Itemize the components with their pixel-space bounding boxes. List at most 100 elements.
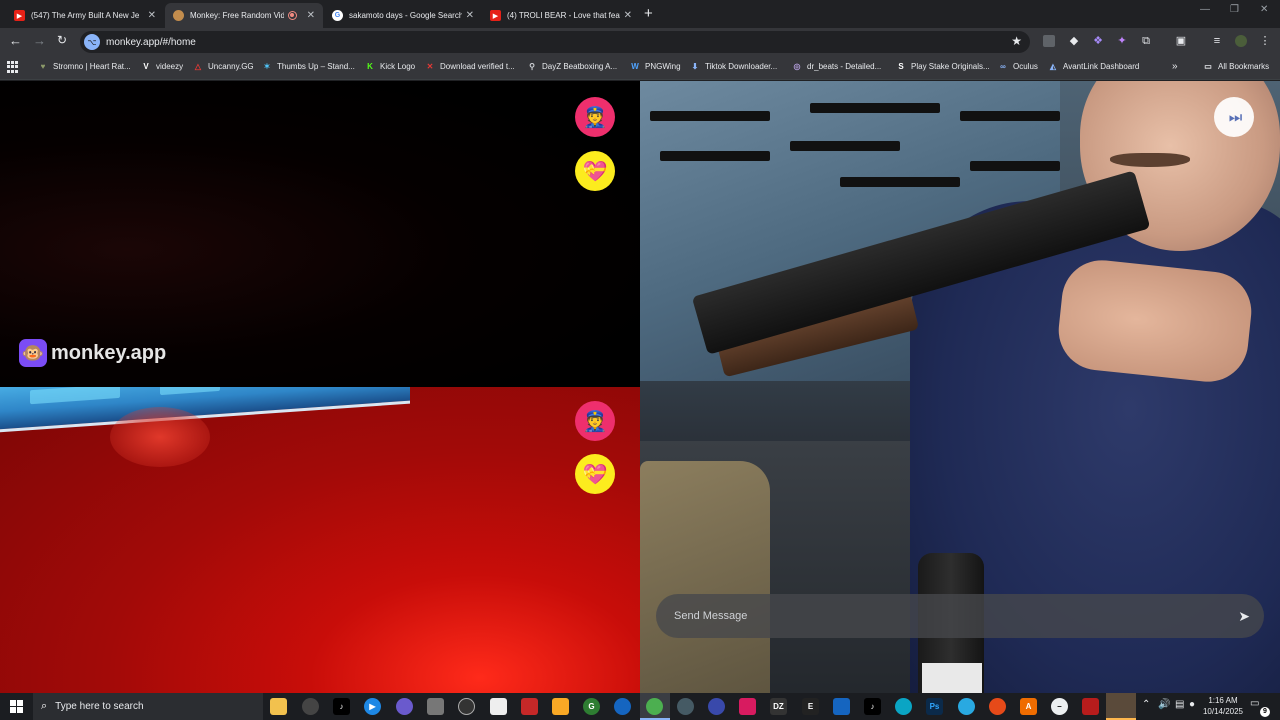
bookmark-thumbs-up[interactable]: ✶ Thumbs Up – Stand... bbox=[262, 61, 355, 71]
bookmark-star-icon[interactable]: ★ bbox=[1011, 34, 1022, 48]
dayz-launcher-icon[interactable]: DZ bbox=[770, 698, 787, 715]
network-icon[interactable]: ▤ bbox=[1175, 699, 1184, 710]
send-icon[interactable]: ➤ bbox=[1238, 608, 1250, 625]
bookmark-stake[interactable]: S Play Stake Originals... bbox=[896, 61, 989, 71]
forward-icon[interactable]: → bbox=[33, 33, 46, 48]
tab-strip: ▶ (547) The Army Built A New Je ✕ Monkey… bbox=[0, 0, 1280, 28]
all-bookmarks-label: All Bookmarks bbox=[1218, 61, 1270, 71]
message-input[interactable] bbox=[674, 610, 1239, 622]
app-recorder-icon[interactable] bbox=[302, 698, 319, 715]
notepad-icon[interactable] bbox=[490, 698, 507, 715]
all-bookmarks-button[interactable]: ▭ All Bookmarks bbox=[1203, 61, 1269, 71]
bookmark-label: videezy bbox=[156, 61, 184, 71]
photoshop-icon[interactable]: Ps bbox=[926, 698, 943, 715]
reading-list-icon[interactable]: ≡ bbox=[1211, 35, 1223, 47]
report-button[interactable]: 👮 bbox=[575, 97, 615, 137]
extension-icon[interactable] bbox=[1043, 35, 1055, 47]
extension-puzzle-alt-icon[interactable]: ✦ bbox=[1116, 35, 1128, 47]
restore-icon[interactable]: ❐ bbox=[1230, 4, 1239, 15]
reload-icon[interactable]: ↻ bbox=[57, 33, 67, 47]
bookmark-stromno[interactable]: ♥ Stromno | Heart Rat... bbox=[38, 61, 131, 71]
bookmark-label: DayZ Beatboxing A... bbox=[542, 61, 618, 71]
taskbar-search[interactable]: ⌕ Type here to search bbox=[33, 693, 263, 720]
star-icon: ✶ bbox=[263, 61, 271, 71]
app-red-icon[interactable] bbox=[521, 698, 538, 715]
bookmark-pngwing[interactable]: W PNGWing bbox=[630, 61, 680, 71]
epic-games-icon[interactable]: E bbox=[802, 698, 819, 715]
tray-chevron-icon[interactable]: ⌃ bbox=[1142, 699, 1150, 710]
close-tab-icon[interactable]: ✕ bbox=[466, 10, 474, 21]
instagram-icon[interactable] bbox=[739, 698, 756, 715]
triangle-icon: △ bbox=[194, 61, 202, 71]
app-pencil-icon[interactable] bbox=[552, 698, 569, 715]
close-tab-icon[interactable]: ✕ bbox=[624, 10, 632, 21]
police-officer-icon: 👮 bbox=[582, 410, 608, 433]
taskbar-clock[interactable]: 1:16 AM 10/14/2025 bbox=[1200, 695, 1246, 717]
app-play-icon[interactable]: ▶ bbox=[364, 698, 381, 715]
new-tab-button[interactable]: + bbox=[644, 5, 653, 22]
active-app-thumbnail[interactable] bbox=[1106, 693, 1136, 720]
tiktok-studio-icon[interactable]: ♪ bbox=[864, 698, 881, 715]
taskbar-search-placeholder: Type here to search bbox=[55, 701, 144, 712]
bookmark-tiktok-downloader[interactable]: ⬇ Tiktok Downloader... bbox=[690, 61, 778, 71]
microphone-icon[interactable]: ● bbox=[1189, 699, 1195, 710]
bookmark-uncanny[interactable]: △ Uncanny.GG bbox=[193, 61, 254, 71]
x-icon: ✕ bbox=[426, 61, 434, 71]
discord-icon[interactable] bbox=[396, 698, 413, 715]
chrome-icon[interactable] bbox=[646, 698, 663, 715]
tab-search-icon[interactable]: ▣ bbox=[1175, 35, 1187, 47]
app-usb-icon[interactable] bbox=[427, 698, 444, 715]
app-a-icon[interactable]: A bbox=[1020, 698, 1037, 715]
app-orange-icon[interactable] bbox=[989, 698, 1006, 715]
bookmark-avantlink[interactable]: ◭ AvantLink Dashboard bbox=[1048, 61, 1139, 71]
tab-youtube-army[interactable]: ▶ (547) The Army Built A New Je ✕ bbox=[6, 3, 164, 28]
app-circle-icon[interactable] bbox=[708, 698, 725, 715]
minimize-icon[interactable]: — bbox=[1200, 4, 1210, 15]
close-tab-icon[interactable]: ✕ bbox=[307, 10, 315, 21]
extension-diamond-icon[interactable]: ◆ bbox=[1068, 35, 1080, 47]
close-tab-icon[interactable]: ✕ bbox=[148, 10, 156, 21]
gift-button[interactable]: 💝 bbox=[575, 151, 615, 191]
report-button[interactable]: 👮 bbox=[575, 401, 615, 441]
app-window-icon[interactable] bbox=[833, 698, 850, 715]
app-pdf-icon[interactable] bbox=[1082, 698, 1099, 715]
steam-icon[interactable] bbox=[614, 698, 631, 715]
volume-icon[interactable]: 🔊 bbox=[1158, 699, 1170, 710]
edge-icon[interactable] bbox=[895, 698, 912, 715]
start-button[interactable] bbox=[0, 693, 33, 720]
folder-icon: ▭ bbox=[1204, 61, 1212, 71]
skip-button[interactable]: ⏭ bbox=[1214, 97, 1254, 137]
tab-monkey[interactable]: Monkey: Free Random Vide ✕ bbox=[165, 3, 323, 28]
app-grid-icon[interactable] bbox=[458, 698, 475, 715]
site-info-icon[interactable]: ⌥ bbox=[84, 34, 100, 50]
gift-button[interactable]: 💝 bbox=[575, 454, 615, 494]
tiktok-icon[interactable]: ♪ bbox=[333, 698, 350, 715]
bookmark-label: Stromno | Heart Rat... bbox=[53, 61, 131, 71]
back-icon[interactable]: ← bbox=[9, 33, 22, 48]
telegram-icon[interactable] bbox=[958, 698, 975, 715]
bookmark-label: Download verified t... bbox=[440, 61, 515, 71]
bookmarks-overflow-chevron-icon[interactable]: » bbox=[1172, 61, 1178, 72]
app-minus-icon[interactable]: – bbox=[1051, 698, 1068, 715]
profile-avatar[interactable] bbox=[1235, 35, 1247, 47]
tab-google-search[interactable]: G sakamoto days - Google Search ✕ bbox=[324, 3, 482, 28]
grammarly-icon[interactable]: G bbox=[583, 698, 600, 715]
extensions-puzzle-icon[interactable]: ⧉ bbox=[1140, 35, 1152, 47]
bookmark-dayz[interactable]: ⚲ DayZ Beatboxing A... bbox=[527, 61, 617, 71]
app-obs-icon[interactable] bbox=[677, 698, 694, 715]
bookmark-download-verified[interactable]: ✕ Download verified t... bbox=[425, 61, 515, 71]
bookmark-kick-logo[interactable]: K Kick Logo bbox=[365, 61, 415, 71]
notifications-icon[interactable]: ▭ 9 bbox=[1250, 698, 1270, 717]
bookmark-label: Tiktok Downloader... bbox=[705, 61, 778, 71]
bookmark-videezy[interactable]: Vvideezy bbox=[141, 61, 183, 71]
extension-leaf-icon[interactable]: ❖ bbox=[1092, 35, 1104, 47]
close-window-icon[interactable]: ✕ bbox=[1260, 4, 1268, 15]
bookmark-dr-beats[interactable]: ◎ dr_beats - Detailed... bbox=[792, 61, 882, 71]
bookmark-oculus[interactable]: ∞ Oculus bbox=[998, 61, 1038, 71]
menu-kebab-icon[interactable]: ⋮ bbox=[1259, 35, 1271, 47]
address-bar[interactable]: ⌥ monkey.app/#/home ★ bbox=[80, 31, 1030, 53]
v-icon: V bbox=[143, 61, 149, 71]
tab-youtube-troli[interactable]: ▶ (4) TROLI BEAR - Love that feat ✕ bbox=[482, 3, 640, 28]
apps-grid-icon[interactable] bbox=[7, 61, 19, 73]
file-explorer-icon[interactable] bbox=[270, 698, 287, 715]
